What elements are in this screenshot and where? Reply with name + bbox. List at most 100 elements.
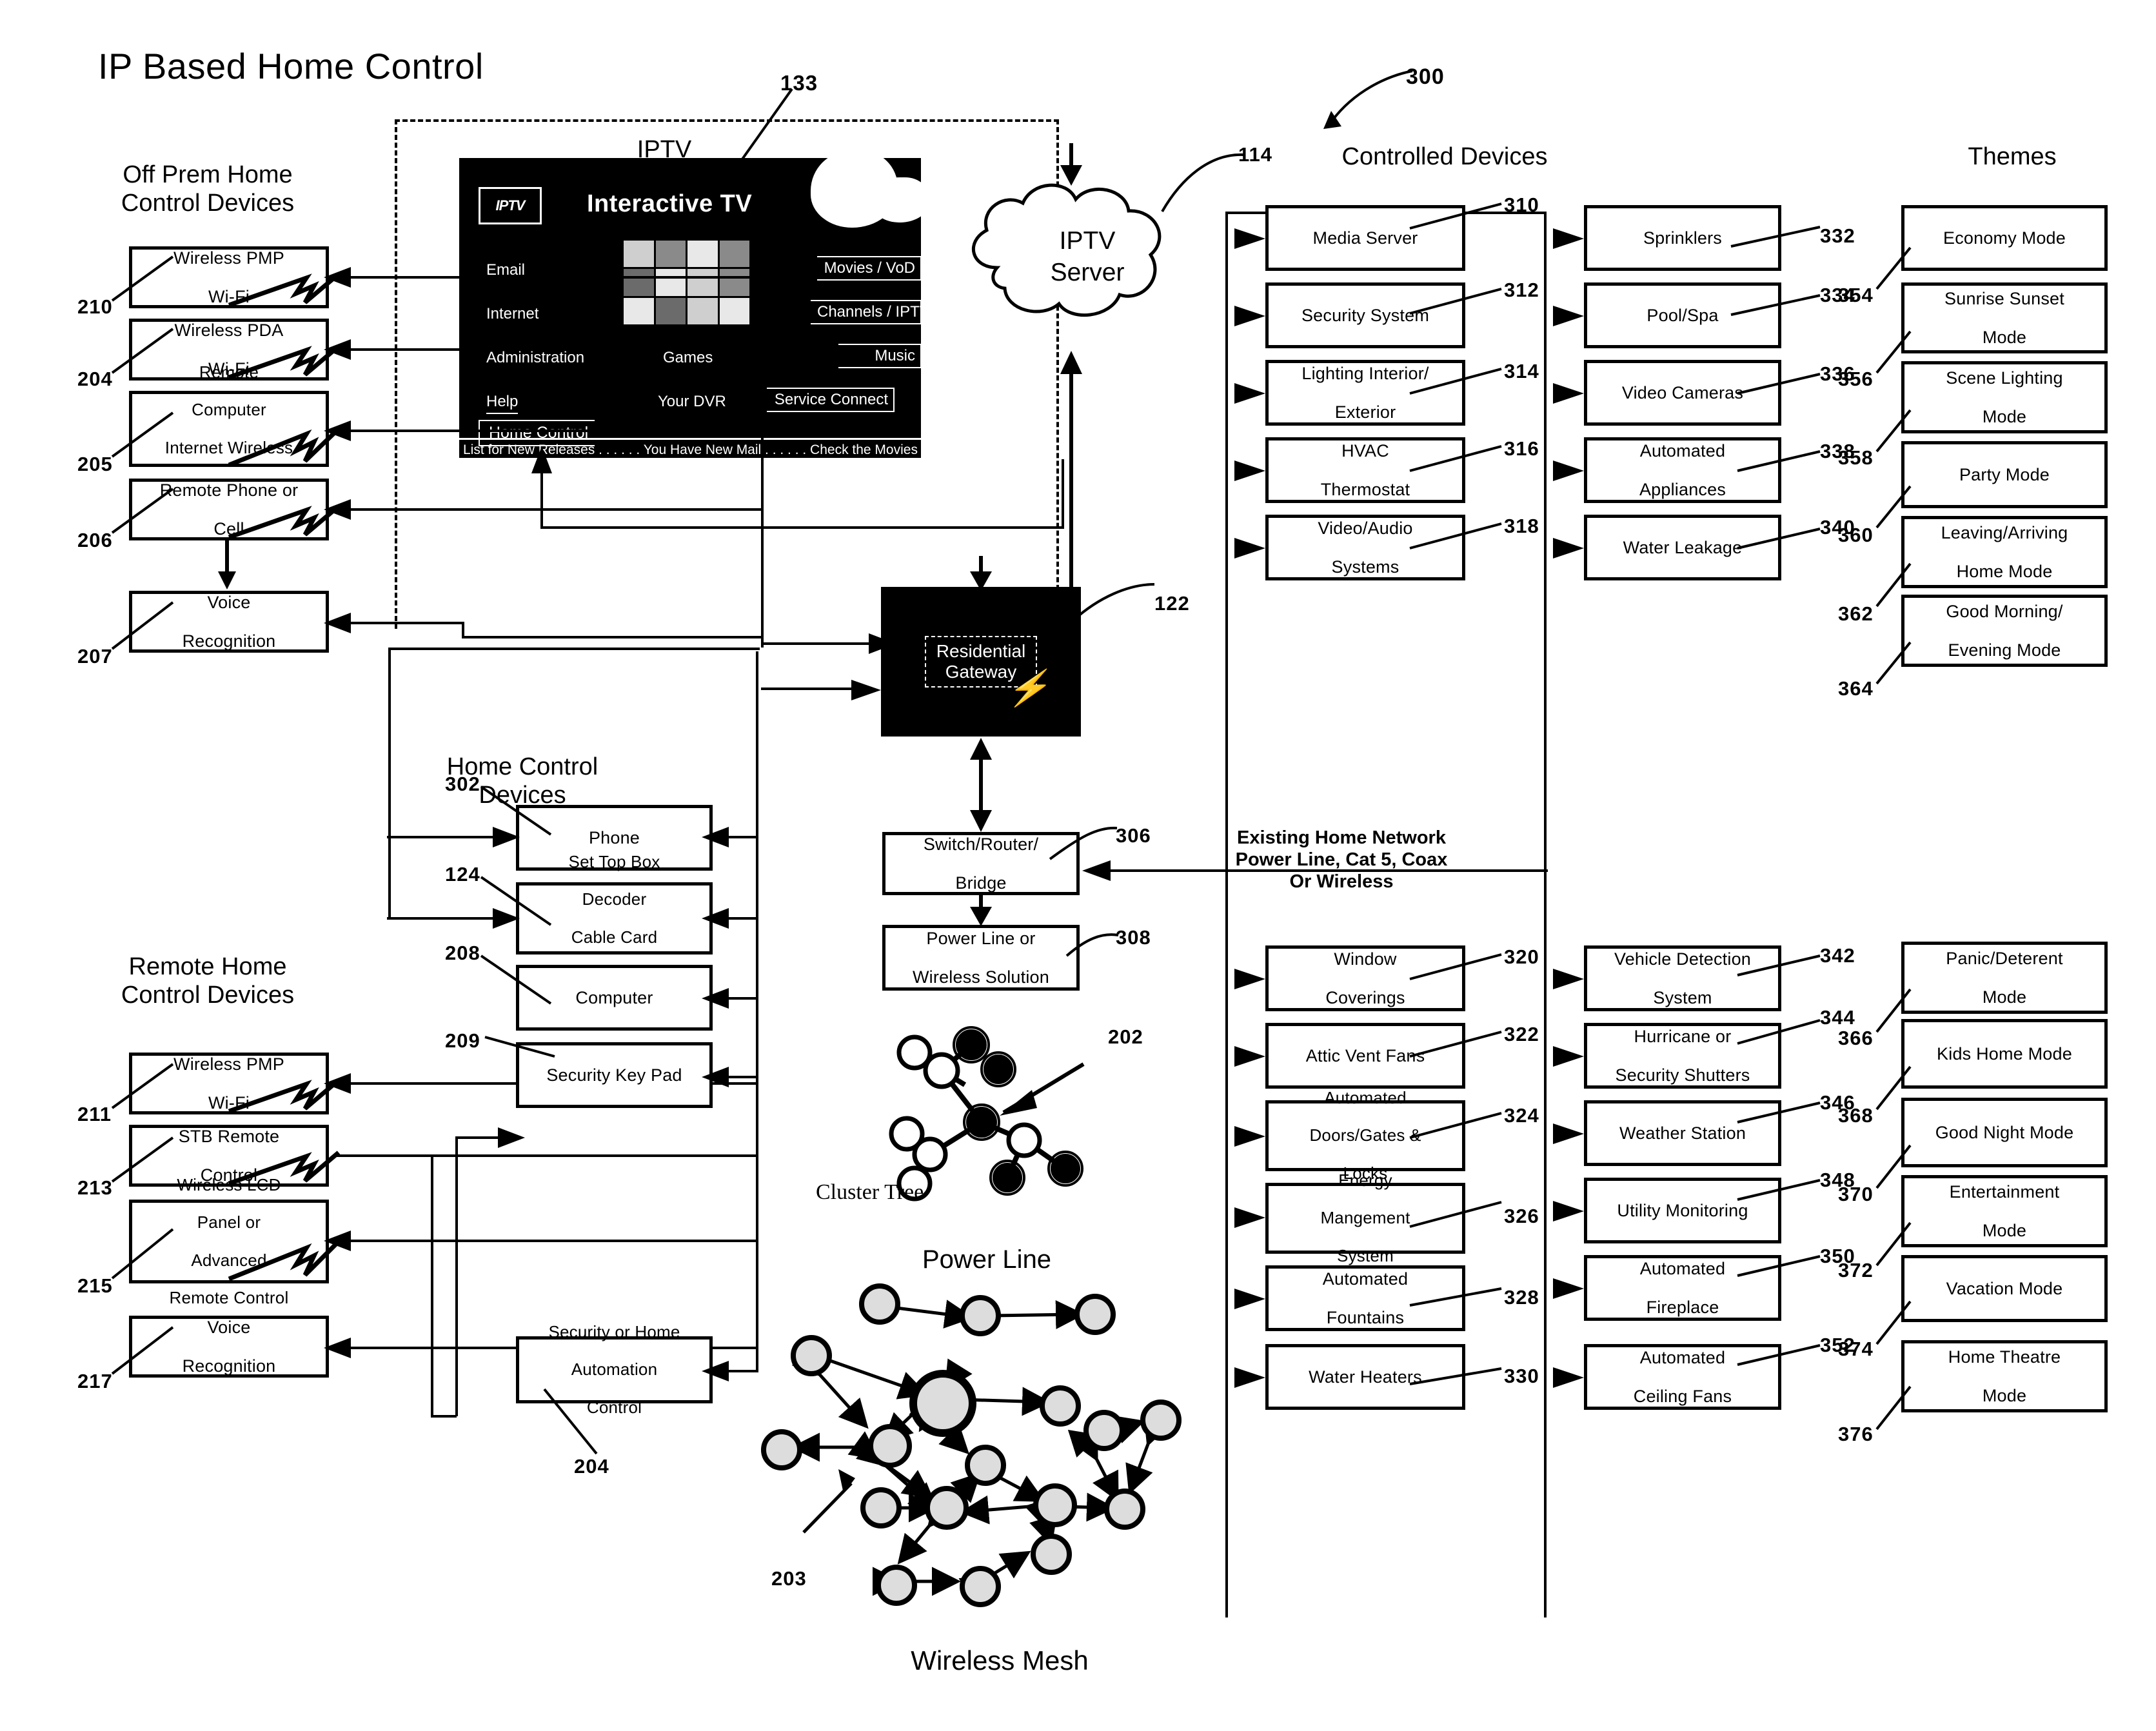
label-line: Video Cameras: [1621, 382, 1744, 402]
bus-offprem-h3: [335, 430, 764, 432]
arrow-to-fireplace: [1553, 1278, 1584, 1299]
arrow-to-appliances: [1553, 460, 1584, 481]
ref-211: 211: [77, 1103, 112, 1125]
arrow-to-utility-monitoring: [1553, 1201, 1584, 1222]
bus-offprem-h2: [335, 348, 764, 351]
label-line: Leaving/Arriving: [1941, 522, 2068, 542]
theme-box-home-theatre-mode[interactable]: Home Theatre Mode: [1901, 1340, 2108, 1412]
wireless-mesh-label: Wireless Mesh: [911, 1645, 1089, 1676]
ref-312-leader: [1409, 288, 1502, 315]
iptv-menu-music[interactable]: Music: [838, 344, 921, 368]
arrow-to-window-coverings: [1234, 969, 1265, 989]
theme-box-vacation-mode[interactable]: Vacation Mode: [1901, 1255, 2108, 1322]
home-network-backbone: [1096, 869, 1548, 872]
theme-box-economy-mode[interactable]: Economy Mode: [1901, 205, 2108, 271]
arrowhead-hc-stb: [702, 908, 729, 929]
label-line: Mode: [1982, 987, 2027, 1007]
iptv-server-label: IPTV Server: [1010, 226, 1165, 289]
theme-box-sunrise-sunset-mode[interactable]: Sunrise Sunset Mode: [1901, 282, 2108, 353]
label-line: Computer: [575, 987, 653, 1007]
gateway-left-feed-2: [761, 687, 856, 690]
label-line: Fireplace: [1646, 1298, 1719, 1318]
label-line: Window: [1334, 949, 1397, 969]
ref-215: 215: [77, 1274, 113, 1297]
iptv-menu-help[interactable]: Help: [486, 393, 519, 414]
iptv-menu-movies-vod[interactable]: Movies / VoD: [817, 256, 921, 281]
ref-364-leader: [1875, 641, 1912, 685]
ref-336-leader: [1737, 373, 1821, 395]
ref-316: 316: [1504, 437, 1539, 460]
ref-352-leader: [1737, 1344, 1821, 1366]
ref-368: 368: [1838, 1104, 1874, 1127]
label-line: Home Theatre: [1948, 1347, 2061, 1367]
figure-ref-300-arrow: [1323, 70, 1413, 129]
theme-box-entertainment-mode[interactable]: Entertainment Mode: [1901, 1175, 2108, 1247]
ref-318: 318: [1504, 515, 1539, 537]
iptv-logo: IPTV: [479, 187, 542, 224]
ref-344-leader: [1737, 1019, 1821, 1045]
label-line: System: [1653, 988, 1712, 1008]
label-line: Panic/Deterent: [1946, 948, 2063, 968]
label-line: Phone: [588, 827, 640, 847]
theme-box-leaving-arriving-home-mode[interactable]: Leaving/Arriving Home Mode: [1901, 516, 2108, 588]
iptv-menu-service-connect[interactable]: Service Connect: [767, 388, 895, 412]
label-line: Mode: [1982, 1221, 2027, 1241]
ref-370: 370: [1838, 1183, 1874, 1205]
theme-box-good-morning-evening-mode[interactable]: Good Morning/Evening Mode: [1901, 595, 2108, 667]
iptv-menu-channels-iptv[interactable]: Channels / IPTV: [811, 300, 921, 324]
theme-box-kids-home-mode[interactable]: Kids Home Mode: [1901, 1019, 2108, 1089]
arrowhead-to-gateway-2: [851, 680, 881, 700]
label-line: Cable Card: [571, 927, 658, 947]
power-line-wireless-solution-box[interactable]: Power Line or Wireless Solution: [882, 925, 1080, 991]
label-line: Utility Monitoring: [1617, 1200, 1748, 1220]
spacer2: [1096, 869, 1099, 872]
theme-box-scene-lighting-mode[interactable]: Scene Lighting Mode: [1901, 361, 2108, 433]
ref-322: 322: [1504, 1023, 1539, 1045]
ref-209: 209: [445, 1029, 480, 1052]
arrow-to-media-server: [1234, 228, 1265, 249]
network-line3: Or Wireless: [1289, 871, 1394, 893]
ref-348-leader: [1737, 1179, 1821, 1201]
network-line1: Existing Home Network: [1237, 827, 1446, 848]
arrow-to-attic-fans: [1234, 1046, 1265, 1067]
arrow-to-automated-doors: [1234, 1126, 1265, 1147]
label-line: Ceiling Fans: [1633, 1387, 1732, 1407]
ref-207-leader: [111, 601, 174, 650]
theme-box-good-night-mode[interactable]: Good Night Mode: [1901, 1098, 2108, 1167]
arrowhead-remote-1: [324, 1073, 351, 1094]
patent-figure-canvas: IP Based Home Control 300 IPTV 133 IPTV …: [0, 0, 2156, 1731]
iptv-menu-games[interactable]: Games: [663, 349, 713, 367]
stb-remote-wire-h: [431, 1415, 457, 1418]
cloud-line1: IPTV: [1059, 227, 1116, 255]
iptv-menu-your-dvr[interactable]: Your DVR: [658, 393, 726, 411]
ref-306-leader: [1049, 826, 1118, 860]
ref-328: 328: [1504, 1286, 1539, 1309]
ref-314: 314: [1504, 360, 1539, 382]
label-line: Exterior: [1334, 402, 1396, 422]
label-line: Wireless Solution: [913, 967, 1049, 987]
ref-356: 356: [1838, 368, 1874, 390]
arrow-to-hvac: [1234, 460, 1265, 481]
bus-offprem-v5: [462, 622, 464, 637]
arrow-to-vehicle-detection: [1553, 969, 1584, 989]
theme-box-party-mode[interactable]: Party Mode: [1901, 441, 2108, 508]
ref-114-leader: [1161, 153, 1244, 212]
label-line: Hurricane or: [1634, 1026, 1732, 1046]
iptv-menu-administration[interactable]: Administration: [486, 349, 584, 367]
theme-box-panic-deterent-mode[interactable]: Panic/Deterent Mode: [1901, 942, 2108, 1014]
themes-title: Themes: [1968, 143, 2057, 170]
label-line: Good Morning/: [1946, 601, 2063, 621]
label-line: Pool/Spa: [1647, 305, 1719, 325]
label-line: Weather Station: [1619, 1123, 1746, 1143]
label-line: Entertainment: [1949, 1182, 2060, 1202]
arrowhead-offprem-5: [324, 613, 351, 633]
power-line-label: Power Line: [922, 1245, 1052, 1274]
residential-gateway-box[interactable]: Residential Gateway: [881, 587, 1081, 737]
label-line: Recognition: [182, 631, 276, 651]
arrow-206-to-207: [218, 540, 236, 589]
ref-340-leader: [1737, 528, 1821, 549]
label-line: Set Top Box: [568, 852, 660, 872]
bus-remote-h3: [335, 1240, 756, 1242]
iptv-menu-internet[interactable]: Internet: [486, 305, 539, 323]
ref-217-leader: [111, 1326, 174, 1375]
